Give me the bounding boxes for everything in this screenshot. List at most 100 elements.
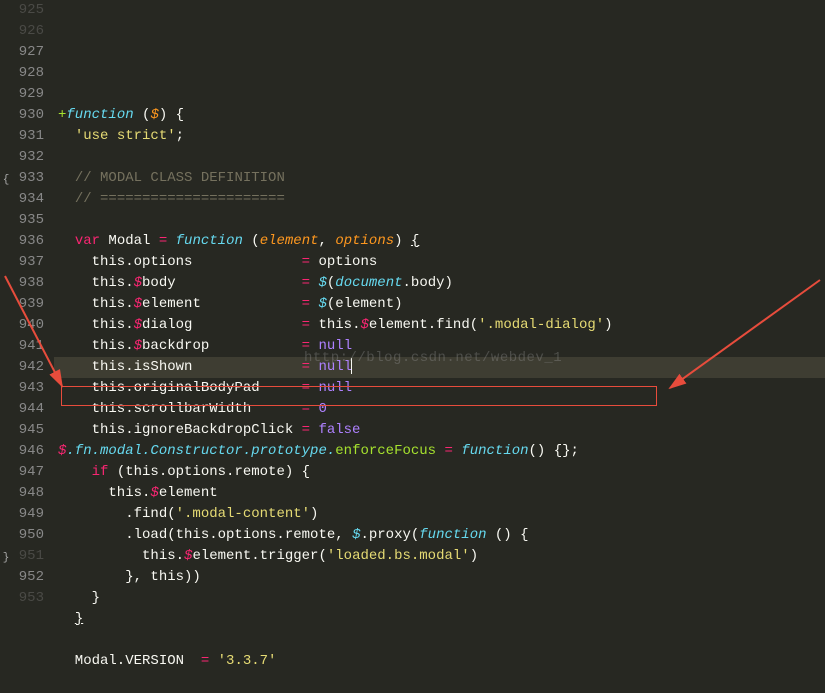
fold-marker[interactable] [0,86,12,107]
fold-marker[interactable] [0,107,12,128]
fold-marker[interactable] [0,359,12,380]
code-line[interactable]: this.scrollbarWidth = 0 [54,399,825,420]
fold-marker[interactable]: } [0,548,12,569]
code-token: this.isShown [58,359,302,375]
code-token: .proxy( [360,527,419,543]
code-token: '3.3.7' [218,653,277,669]
code-token: function [419,527,486,543]
fold-marker[interactable] [0,422,12,443]
fold-marker[interactable] [0,317,12,338]
fold-marker[interactable] [0,23,12,44]
code-line[interactable]: this.options = options [54,252,825,273]
code-line[interactable]: .load(this.options.remote, $.proxy(funct… [54,525,825,546]
code-token: // ====================== [75,191,285,207]
code-line[interactable]: this.$element = $(element) [54,294,825,315]
code-token: element [159,485,218,501]
code-token: this. [58,275,134,291]
line-number: 938 [12,273,44,294]
code-token: this.originalBodyPad [58,380,302,396]
code-token: function [176,233,243,249]
code-token: ) [604,317,612,333]
fold-marker[interactable] [0,569,12,590]
fold-marker[interactable] [0,44,12,65]
line-number: 948 [12,483,44,504]
fold-marker[interactable] [0,212,12,233]
code-line[interactable]: this.$body = $(document.body) [54,273,825,294]
code-line[interactable]: .find('.modal-content') [54,504,825,525]
code-token: null [318,338,352,354]
code-token: .fn.modal. [66,443,150,459]
line-number: 942 [12,357,44,378]
fold-marker[interactable] [0,485,12,506]
code-line[interactable] [54,147,825,168]
code-token: function [66,107,133,123]
fold-marker[interactable] [0,149,12,170]
code-line[interactable]: this.isShown = null [54,357,825,378]
code-token: = [302,422,310,438]
code-area[interactable]: http://blog.csdn.net/webdev_1 +function … [54,0,825,608]
fold-marker[interactable] [0,275,12,296]
code-line[interactable]: this.$dialog = this.$element.find('.moda… [54,315,825,336]
code-token: element.find( [369,317,478,333]
code-line[interactable]: // MODAL CLASS DEFINITION [54,168,825,189]
line-number: 950 [12,525,44,546]
code-line[interactable]: }, this)) [54,567,825,588]
code-line[interactable]: +function ($) { [54,105,825,126]
code-editor[interactable]: {} 9259269279289299309319329339349359369… [0,0,825,608]
fold-marker[interactable] [0,506,12,527]
code-token [167,233,175,249]
fold-marker[interactable] [0,233,12,254]
code-line[interactable] [54,672,825,693]
fold-marker[interactable] [0,2,12,23]
code-token: this.ignoreBackdropClick [58,422,302,438]
code-token: = [445,443,453,459]
line-number: 928 [12,63,44,84]
code-token: $ [318,275,326,291]
fold-marker[interactable] [0,338,12,359]
code-line[interactable] [54,84,825,105]
code-line[interactable]: this.ignoreBackdropClick = false [54,420,825,441]
code-line[interactable]: this.originalBodyPad = null [54,378,825,399]
fold-marker[interactable] [0,401,12,422]
fold-marker[interactable] [0,380,12,401]
code-line[interactable]: Modal.VERSION = '3.3.7' [54,651,825,672]
fold-marker[interactable] [0,443,12,464]
code-line[interactable] [54,630,825,651]
line-number: 951 [12,546,44,567]
code-line[interactable]: this.$element.trigger('loaded.bs.modal') [54,546,825,567]
fold-marker[interactable] [0,527,12,548]
code-token: } [75,611,83,627]
code-token: this. [310,317,360,333]
code-token: null [318,359,352,375]
fold-marker[interactable] [0,296,12,317]
fold-marker[interactable]: { [0,170,12,191]
code-token: this. [58,317,134,333]
code-line[interactable]: } [54,609,825,630]
code-token: options [335,233,394,249]
code-token: '.modal-content' [176,506,310,522]
fold-marker[interactable] [0,128,12,149]
code-line[interactable]: } [54,588,825,609]
code-line[interactable]: $.fn.modal.Constructor.prototype.enforce… [54,441,825,462]
code-token: ; [176,128,184,144]
code-line[interactable]: this.$element [54,483,825,504]
code-token: = [302,254,310,270]
fold-marker[interactable] [0,464,12,485]
code-line[interactable]: if (this.options.remote) { [54,462,825,483]
code-token: if [92,464,109,480]
fold-gutter: {} [0,0,12,608]
code-line[interactable]: 'use strict'; [54,126,825,147]
line-number: 931 [12,126,44,147]
code-token: = [302,401,310,417]
code-line[interactable]: var Modal = function (element, options) … [54,231,825,252]
code-line[interactable] [54,210,825,231]
code-token: options [310,254,377,270]
fold-marker[interactable] [0,191,12,212]
code-token: = [302,338,310,354]
fold-marker[interactable] [0,254,12,275]
code-line[interactable]: // ====================== [54,189,825,210]
fold-marker[interactable] [0,65,12,86]
line-numbers-gutter: 9259269279289299309319329339349359369379… [12,0,54,608]
code-line[interactable]: this.$backdrop = null [54,336,825,357]
text-cursor [351,358,352,374]
